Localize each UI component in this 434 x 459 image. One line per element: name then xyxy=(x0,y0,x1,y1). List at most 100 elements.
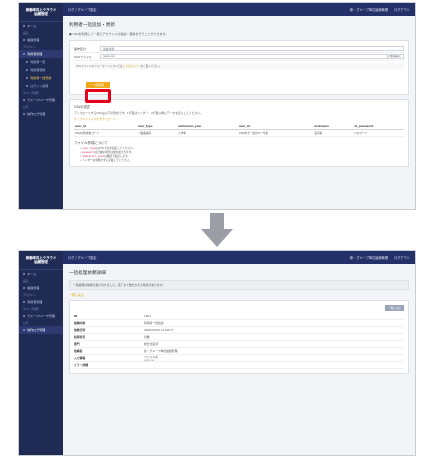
menu-dot-icon xyxy=(23,24,26,28)
action-row: 操作区分 追加/更新 xyxy=(74,45,404,53)
sidebar-item-label: アカウント xyxy=(23,294,36,297)
notes-title: ファイル作成について xyxy=(74,141,108,145)
sidebar-item-6[interactable]: グループ/ユーザ管理 xyxy=(19,312,63,320)
action-select[interactable]: 追加/更新 xyxy=(100,46,404,51)
menu-dot-icon xyxy=(23,300,26,304)
table-cell: 表示名 xyxy=(313,129,354,137)
sidebar-item-label: 利用者一括登録 xyxy=(30,76,52,80)
result-screen: 稼働率向上クラウド 組織管理 ホーム 設定 組織管理 アカウント 利用者管理 グループ管理… xyxy=(18,250,416,456)
sidebar-item-5[interactable]: 利用者一覧 xyxy=(19,58,63,66)
detail-value: 新・グループ単位組織管理 xyxy=(144,349,404,353)
sidebar-item-0[interactable]: ホーム xyxy=(19,22,63,30)
note-text: CSVファイルのフォーマットについては xyxy=(76,65,123,68)
menu-dot-icon xyxy=(23,272,26,276)
sidebar-item-label: 設定 xyxy=(23,280,29,283)
detail-row: 入力情報 ファイル名 users.csv xyxy=(74,355,404,362)
sidebar-item-label: 利用者管理 xyxy=(27,300,43,304)
menu-dot-icon xyxy=(23,38,26,42)
breadcrumb: ログ / グループ設定 xyxy=(68,256,97,260)
detail-key: 処理状況 xyxy=(74,335,86,339)
highlight-box xyxy=(85,89,111,103)
sidebar-item-0[interactable]: ホーム xyxy=(19,270,63,278)
menu-dot-icon xyxy=(23,328,26,332)
detail-value: 1001 xyxy=(144,314,404,318)
notice-link[interactable]: 新・グループ単位組織管理 xyxy=(350,7,388,12)
menu-dot-icon xyxy=(26,68,29,72)
table-cell: CSVの利用者コード xyxy=(74,129,137,137)
menu-dot-icon xyxy=(26,60,29,64)
sidebar-item-4[interactable]: 利用者管理 xyxy=(19,50,63,58)
table-row: CSVの利用者コード 一般会員等 入学年 CSV内で一意のユーザ名 表示名 パスワード xyxy=(74,129,404,137)
detail-row: エラー詳細 xyxy=(74,362,404,369)
detail-row: 依頼内容 利用者一括追加 xyxy=(74,320,404,327)
table-cell: 一般会員等 xyxy=(136,129,178,137)
menu-dot-icon xyxy=(26,76,29,80)
detail-subvalue: users.csv xyxy=(144,358,155,362)
detail-value-text: 1001 xyxy=(144,314,152,318)
brand-logo[interactable]: 稼働率向上クラウド 組織管理 xyxy=(19,3,63,22)
sidebar-item-label: 利用者登録 xyxy=(30,68,46,72)
detail-row: 部門 総合企画部 xyxy=(74,341,404,348)
sidebar: 稼働率向上クラウド 組織管理 ホーム 設定 組織管理 アカウント 利用者管理 グループ管理… xyxy=(19,251,63,455)
detail-value: 待機 xyxy=(144,335,404,339)
logout-link[interactable]: ログアウト xyxy=(394,255,410,260)
logout-link[interactable]: ログアウト xyxy=(394,7,410,12)
browse-button[interactable]: Browse xyxy=(387,55,401,58)
csv-format-title: CSVの書式 xyxy=(74,105,90,109)
info-text: ● CSVを利用して一括でアカウントの追加・更新を行うことができます。 xyxy=(69,32,409,36)
table-cell: パスワード xyxy=(353,129,404,137)
note-link[interactable]: こちらのページ xyxy=(123,65,141,68)
success-alert: 一括処理の依頼を受け付けました。完了まで数分かかる場合があります。 xyxy=(69,280,409,290)
sidebar-item-label: 設定 xyxy=(23,32,29,35)
sidebar-item-label: グループ管理 xyxy=(23,92,39,95)
file-input[interactable]: users.csv Browse xyxy=(100,54,404,59)
sidebar-item-label: ログイン記録 xyxy=(30,84,49,88)
notes-list: • user_typeはCSVで必ず指定してください。 • passwordは空欄… xyxy=(74,146,404,162)
back-to-list-button[interactable]: 一覧に戻る xyxy=(385,305,404,311)
menu-dot-icon xyxy=(26,84,29,88)
format-note: CSVファイルのフォーマットについてはこちらのページをご覧ください。 xyxy=(74,63,404,69)
upload-form: 操作区分 追加/更新 CSVファイル users.csv Browse CSVフ… xyxy=(69,40,409,95)
sidebar-item-4[interactable]: 利用者管理 xyxy=(19,298,63,306)
main-content: 利用者一括追加・更新 ● CSVを利用して一括でアカウントの追加・更新を行うこと… xyxy=(63,16,415,209)
csv-format-card: CSVの書式 アップロードするCSVは以下の形式です。1行目はヘッダー、2行目以… xyxy=(69,99,409,167)
main-content: 一括処理依頼詳細 一括処理の依頼を受け付けました。完了まで数分かかる場合がありま… xyxy=(63,264,415,455)
detail-row: 処理状況 待機 xyxy=(74,334,404,341)
detail-value: 2020/02/20 11:08:17 xyxy=(144,328,404,332)
sidebar-item-6[interactable]: 利用者登録 xyxy=(19,66,63,74)
sidebar-item-2[interactable]: 組織管理 xyxy=(19,284,63,292)
action-label: 操作区分 xyxy=(74,46,87,51)
sidebar-item-label: 組織管理 xyxy=(27,286,40,290)
note-tail: をご覧ください。 xyxy=(140,65,162,68)
sidebar-item-label: アカウント xyxy=(23,46,36,49)
detail-key: 依頼者 xyxy=(74,349,83,353)
sidebar-item-label: ホーム xyxy=(27,24,37,28)
detail-value: 総合企画部 xyxy=(144,342,404,346)
detail-key: 依頼内容 xyxy=(74,321,86,325)
sidebar-item-8[interactable]: ログイン記録 xyxy=(19,82,63,90)
file-value: users.csv xyxy=(103,55,116,58)
table-cell: CSV内で一意のユーザ名 xyxy=(237,129,314,137)
detail-value-text: 総合企画部 xyxy=(144,342,158,346)
file-row: CSVファイル users.csv Browse xyxy=(74,53,404,61)
sidebar-item-12[interactable]: 操作ログ管理 xyxy=(19,110,63,118)
detail-key: 入力情報 xyxy=(74,356,86,360)
sidebar-item-label: ログ xyxy=(23,322,29,325)
sidebar-item-7[interactable]: 利用者一括登録 xyxy=(19,74,63,82)
sidebar-item-2[interactable]: 組織管理 xyxy=(19,36,63,44)
sidebar-item-10[interactable]: グループ/ユーザ管理 xyxy=(19,96,63,104)
menu-dot-icon xyxy=(23,112,26,116)
detail-key: エラー詳細 xyxy=(74,363,88,367)
detail-value-text: 新・グループ単位組織管理 xyxy=(144,349,178,353)
upload-screen: 稼働率向上クラウド 組織管理 ホーム 設定 組織管理 アカウント 利用者管理 利用者一覧利… xyxy=(18,2,416,210)
note-bullet: • ヘッダーは省略せずに記載してください。 xyxy=(80,158,404,162)
upload-button[interactable]: 一括登録 xyxy=(86,82,111,88)
notice-link[interactable]: 新・グループ単位組織管理 xyxy=(350,255,388,260)
sample-download-link[interactable]: サンプルファイルをダウンロード xyxy=(74,117,404,121)
sidebar-item-8[interactable]: 操作ログ管理 xyxy=(19,326,63,334)
back-link[interactable]: 一覧に戻る xyxy=(69,293,409,297)
brand-logo[interactable]: 稼働率向上クラウド 組織管理 xyxy=(19,251,63,270)
info-message: CSVを利用して一括でアカウントの追加・更新を行うことができます。 xyxy=(72,32,169,36)
sidebar: 稼働率向上クラウド 組織管理 ホーム設定 組織管理アカウント 利用者管理 利用者一覧利… xyxy=(19,3,63,209)
csv-format-table: user_id user_type admission_year user_id nic… xyxy=(74,123,404,137)
